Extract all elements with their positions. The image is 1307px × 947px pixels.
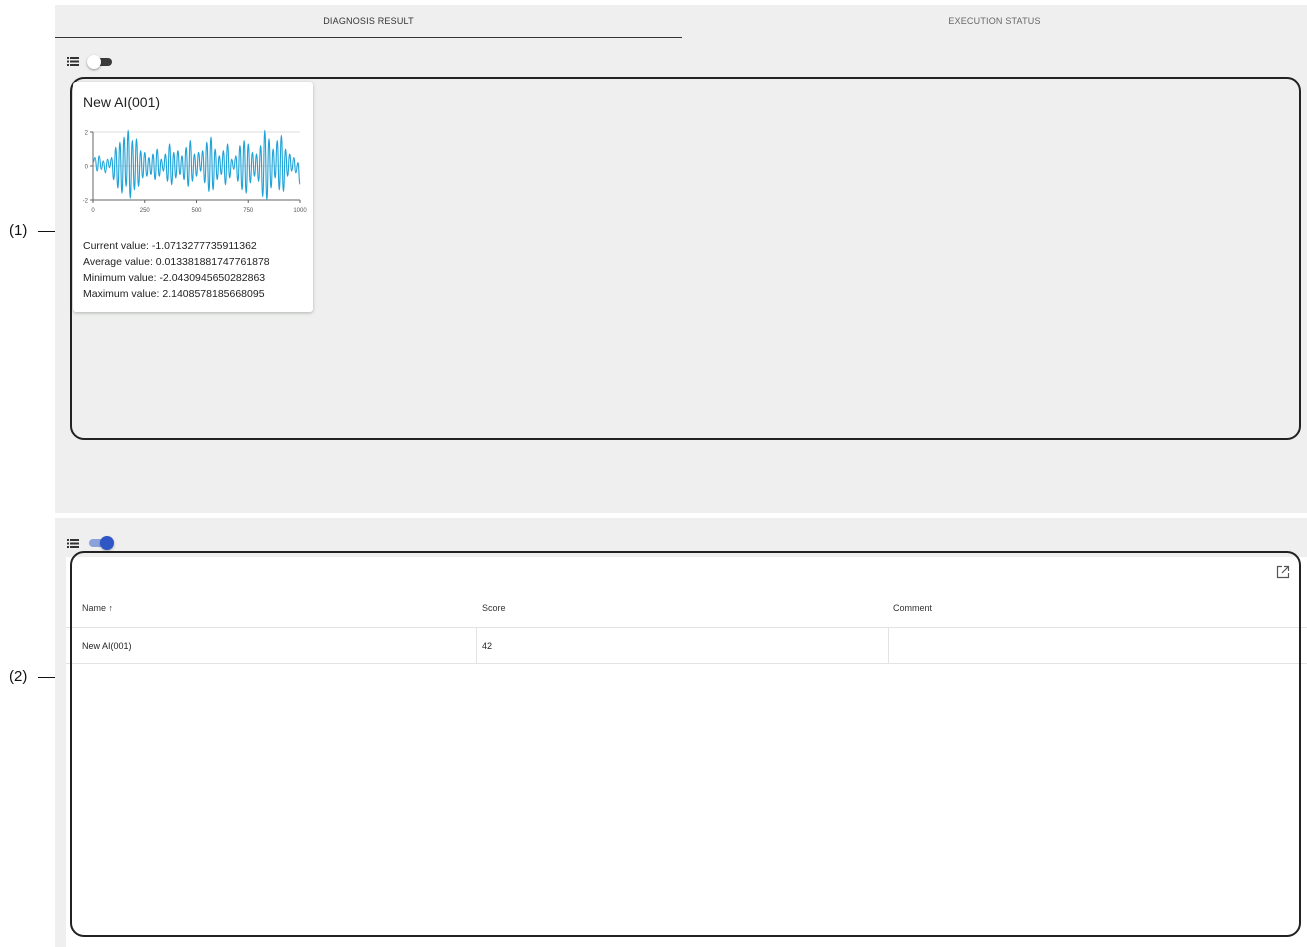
callout-frame-2 [70, 551, 1301, 937]
series-line [92, 129, 301, 201]
view-toggle-switch[interactable] [89, 536, 115, 550]
x-tick-label: 500 [191, 208, 202, 214]
list-icon[interactable] [67, 57, 79, 66]
card-title: New AI(001) [83, 94, 161, 110]
minimum-value: Minimum value: -2.0430945650282863 [83, 272, 266, 284]
maximum-value: Maximum value: 2.1408578185668095 [83, 288, 265, 300]
y-tick-label: 2 [85, 131, 89, 137]
callout-label-1: (1) [9, 222, 28, 239]
list-icon[interactable] [67, 539, 79, 548]
callout-label-2: (2) [9, 668, 28, 685]
x-tick-label: 750 [243, 208, 254, 214]
x-tick-label: 250 [140, 208, 151, 214]
y-tick-label: -2 [83, 199, 89, 205]
x-tick-label: 1000 [293, 208, 307, 214]
signal-card[interactable]: New AI(001) 2 0 -2 0 250 500 750 1000 Current v… [73, 82, 313, 312]
active-tab-indicator [55, 37, 682, 38]
average-value: Average value: 0.013381881747761878 [83, 256, 270, 268]
tab-diagnosis-result[interactable]: DIAGNOSIS RESULT [55, 5, 682, 37]
tab-execution-status[interactable]: EXECUTION STATUS [682, 5, 1307, 37]
tab-bar: DIAGNOSIS RESULT EXECUTION STATUS [55, 5, 1307, 38]
signal-line-chart: 20-20 250 500 750 1000 [83, 129, 307, 214]
y-tick-label: 0 [85, 165, 89, 171]
view-toggle-switch[interactable] [87, 55, 113, 69]
table-gutter [55, 557, 66, 947]
x-tick-label: 0 [91, 208, 95, 214]
current-value: Current value: -1.0713277735911362 [83, 240, 257, 252]
